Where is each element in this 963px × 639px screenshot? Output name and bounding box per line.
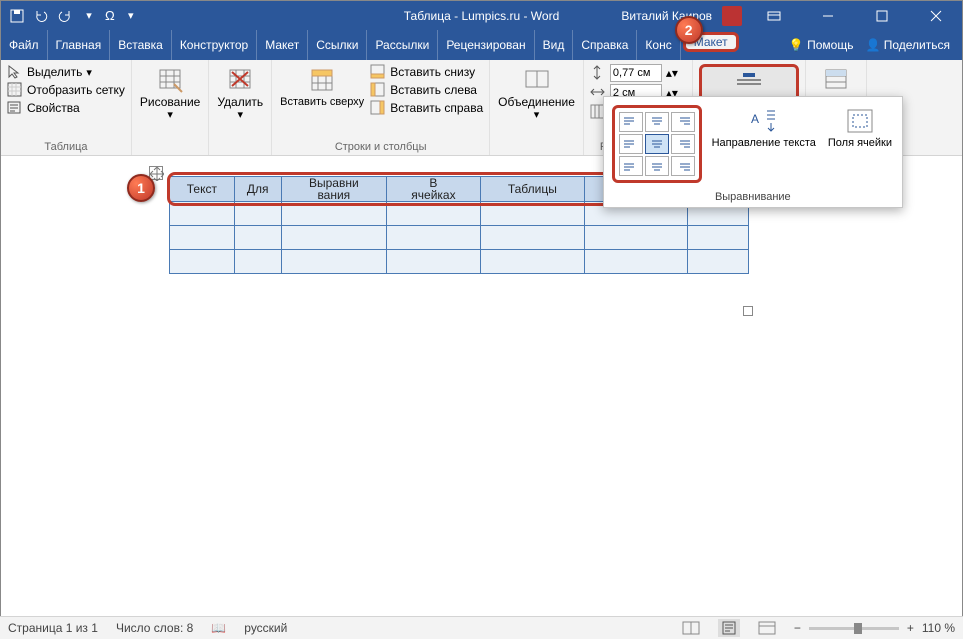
ribbon-tabs: Файл Главная Вставка Конструктор Макет С…: [1, 30, 962, 60]
alignment-grid: [612, 105, 702, 183]
status-page[interactable]: Страница 1 из 1: [8, 621, 98, 635]
table-resize-handle[interactable]: [743, 306, 753, 316]
row-height-field[interactable]: ▴▾: [590, 64, 686, 82]
user-avatar[interactable]: [722, 6, 742, 26]
align-bot-left[interactable]: [619, 156, 643, 176]
table-header-cell[interactable]: Вячейках: [386, 177, 480, 202]
zoom-slider[interactable]: [809, 627, 899, 630]
group-rows-cols: Вставить сверху Вставить снизу Вставить …: [272, 60, 490, 155]
tab-references[interactable]: Ссылки: [308, 30, 367, 60]
group-merge: Объединение▾: [490, 60, 584, 155]
table-row: [170, 250, 749, 274]
zoom-in-button[interactable]: +: [907, 621, 914, 635]
tell-me[interactable]: 💡 Помощь: [789, 38, 854, 52]
insert-below-button[interactable]: Вставить снизу: [370, 64, 483, 80]
document-area: 1 Текст Для Выравнивания Вячейках Таблиц…: [1, 156, 962, 615]
tab-mailings[interactable]: Рассылки: [367, 30, 438, 60]
close-button[interactable]: [914, 1, 958, 30]
dropdown-group-label: Выравнивание: [608, 187, 898, 203]
delete-button[interactable]: Удалить▾: [215, 64, 265, 123]
insert-above-button[interactable]: Вставить сверху: [278, 64, 366, 110]
table-header-cell[interactable]: Выравнивания: [281, 177, 386, 202]
text-direction-button[interactable]: A Направление текста: [710, 105, 818, 151]
zoom-out-button[interactable]: −: [794, 621, 801, 635]
align-top-left[interactable]: [619, 112, 643, 132]
align-top-right[interactable]: [671, 112, 695, 132]
alignment-dropdown: A Направление текста Поля ячейки Выравни…: [603, 96, 903, 208]
svg-text:A: A: [751, 112, 759, 126]
tab-insert[interactable]: Вставка: [110, 30, 172, 60]
undo-icon[interactable]: [33, 8, 49, 24]
qat-omega-icon[interactable]: Ω: [105, 8, 115, 23]
table-header-cell[interactable]: Таблицы: [480, 177, 584, 202]
share-button[interactable]: 👤 Поделиться: [865, 38, 950, 52]
align-mid-center[interactable]: [645, 134, 669, 154]
insert-right-button[interactable]: Вставить справа: [370, 100, 483, 116]
qat-custom-icon[interactable]: ▾: [123, 8, 139, 24]
insert-left-button[interactable]: Вставить слева: [370, 82, 483, 98]
ribbon-options-icon[interactable]: [752, 1, 796, 30]
tab-review[interactable]: Рецензирован: [438, 30, 534, 60]
table-row: [170, 226, 749, 250]
align-bot-center[interactable]: [645, 156, 669, 176]
show-grid-button[interactable]: Отобразить сетку: [7, 82, 125, 98]
merge-button[interactable]: Объединение▾: [496, 64, 577, 123]
align-bot-right[interactable]: [671, 156, 695, 176]
align-mid-left[interactable]: [619, 134, 643, 154]
group-table: Выделить ▾ Отобразить сетку Свойства Таб…: [1, 60, 132, 155]
tab-table-tools[interactable]: Конс: [637, 30, 680, 60]
title-bar: ▾ Ω ▾ Таблица - Lumpics.ru - Word Витали…: [1, 1, 962, 30]
qat-more-icon[interactable]: ▾: [81, 8, 97, 24]
align-top-center[interactable]: [645, 112, 669, 132]
callout-badge-2: 2: [675, 16, 703, 44]
group-draw: Рисование▾: [132, 60, 209, 155]
group-label-rows-cols: Строки и столбцы: [278, 139, 483, 155]
status-bar: Страница 1 из 1 Число слов: 8 📖 русский …: [0, 616, 963, 639]
properties-button[interactable]: Свойства: [7, 100, 125, 116]
minimize-button[interactable]: [806, 1, 850, 30]
group-delete: Удалить▾: [209, 60, 272, 155]
view-web-icon[interactable]: [758, 621, 776, 635]
cell-margins-button[interactable]: Поля ячейки: [826, 105, 894, 151]
redo-icon[interactable]: [57, 8, 73, 24]
status-words[interactable]: Число слов: 8: [116, 621, 193, 635]
callout-badge-1: 1: [127, 174, 155, 202]
zoom-level[interactable]: 110 %: [922, 621, 955, 635]
tab-home[interactable]: Главная: [48, 30, 111, 60]
maximize-button[interactable]: [860, 1, 904, 30]
status-spellcheck-icon[interactable]: 📖: [211, 621, 226, 635]
tab-file[interactable]: Файл: [1, 30, 48, 60]
status-language[interactable]: русский: [244, 621, 287, 635]
group-label-table: Таблица: [7, 139, 125, 155]
view-read-icon[interactable]: [682, 621, 700, 635]
draw-button[interactable]: Рисование▾: [138, 64, 202, 123]
tab-view[interactable]: Вид: [535, 30, 574, 60]
tab-layout[interactable]: Макет: [257, 30, 308, 60]
tab-constructor[interactable]: Конструктор: [172, 30, 257, 60]
align-mid-right[interactable]: [671, 134, 695, 154]
document-title: Таблица - Lumpics.ru - Word: [404, 9, 560, 23]
tab-help[interactable]: Справка: [573, 30, 637, 60]
select-button[interactable]: Выделить ▾: [7, 64, 125, 80]
table-header-cell[interactable]: Текст: [170, 177, 235, 202]
table-header-cell[interactable]: Для: [234, 177, 281, 202]
view-print-icon[interactable]: [718, 619, 740, 637]
save-icon[interactable]: [9, 8, 25, 24]
